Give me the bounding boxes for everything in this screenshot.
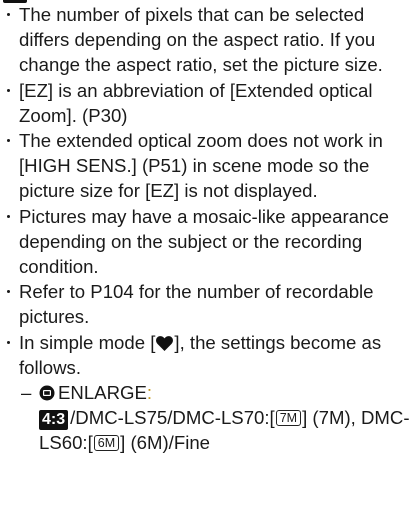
bullet-icon [7,88,10,92]
list-item: Refer to P104 for the number of recordab… [7,279,410,329]
notes-list: The number of pixels that can be selecte… [7,2,410,456]
picture-size-7m-badge: 7M [275,410,302,427]
note-text: Refer to P104 for the number of recordab… [19,281,374,328]
manual-page: The number of pixels that can be selecte… [7,2,410,456]
heart-icon [156,335,174,351]
enlarge-label: ENLARGE [58,382,147,404]
dash: – [21,382,32,404]
enlarge-6m-text: ] (6M)/Fine [120,432,211,454]
simple-mode-item: In simple mode [], the settings become a… [7,330,410,456]
bullet-icon [7,340,10,344]
enlarge-models-text: /DMC-LS75/DMC-LS70:[ [70,407,275,429]
aspect-ratio-badge: 4:3 [39,410,69,431]
simple-mode-settings: – ENLARGE: 4:3/DMC-LS75/DMC-LS70:[7M] (7M)… [19,380,410,456]
bullet-icon [7,290,10,294]
enlarge-colon: : [146,382,153,404]
enlarge-mode-icon [39,385,55,401]
list-item: [EZ] is an abbreviation of [Extended opt… [7,78,410,128]
list-item: The extended optical zoom does not work … [7,128,410,204]
simple-mode-text-before: In simple mode [ [19,331,156,353]
list-item: Pictures may have a mosaic-like appearan… [7,204,410,280]
note-text: The number of pixels that can be selecte… [19,4,383,76]
list-item: The number of pixels that can be selecte… [7,2,410,78]
bullet-icon [7,13,10,16]
enlarge-setting: – ENLARGE: 4:3/DMC-LS75/DMC-LS70:[7M] (7M)… [19,380,410,456]
note-text: Pictures may have a mosaic-like appearan… [19,205,389,278]
note-text: The extended optical zoom does not work … [19,130,383,202]
bullet-icon [7,214,10,218]
picture-size-6m-badge: 6M [93,435,120,452]
bullet-icon [7,139,10,143]
note-text: [EZ] is an abbreviation of [Extended opt… [19,79,373,126]
